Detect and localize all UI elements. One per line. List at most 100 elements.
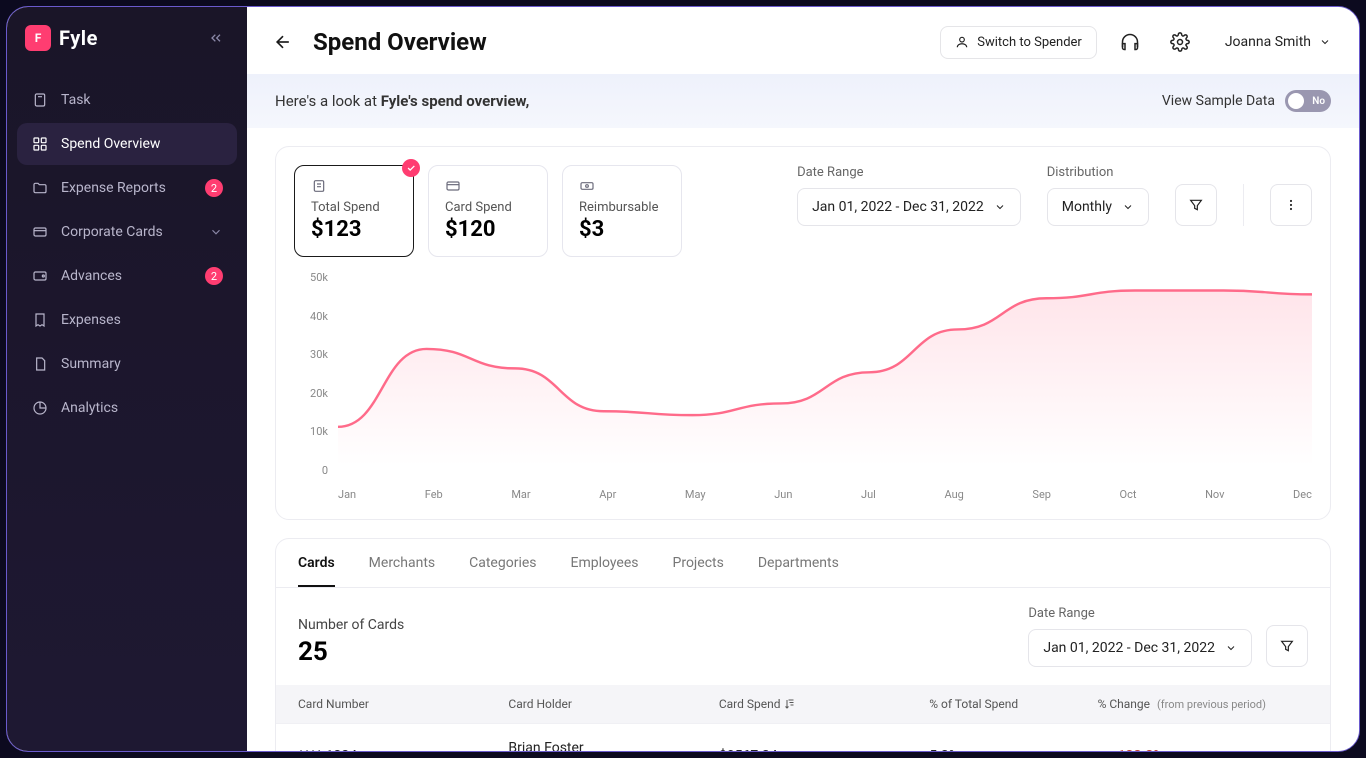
wallet-icon — [31, 267, 49, 285]
brand-mark-icon: F — [25, 25, 51, 51]
y-tick: 10k — [310, 425, 328, 438]
sidebar-item-spend-overview[interactable]: Spend Overview — [17, 123, 237, 165]
tab-departments[interactable]: Departments — [758, 555, 839, 587]
x-tick: Sep — [1032, 488, 1051, 501]
distribution-value: Monthly — [1062, 199, 1112, 215]
tab-merchants[interactable]: Merchants — [369, 555, 435, 587]
user-menu[interactable]: Joanna Smith — [1225, 34, 1331, 50]
tab-projects[interactable]: Projects — [673, 555, 724, 587]
sidebar-item-label: Expense Reports — [61, 180, 193, 196]
user-name: Joanna Smith — [1225, 34, 1311, 50]
sidebar-item-label: Corporate Cards — [61, 224, 197, 240]
line-plot — [338, 271, 1312, 466]
support-button[interactable] — [1113, 25, 1147, 59]
holder-name: Brian Foster — [508, 740, 718, 751]
th-card-number[interactable]: Card Number — [298, 697, 508, 711]
th-pct-change[interactable]: % Change (from previous period) — [1098, 697, 1308, 711]
x-tick: Apr — [599, 488, 616, 501]
th-pct-change-suffix: (from previous period) — [1157, 698, 1266, 711]
sidebar-item-label: Task — [61, 92, 223, 108]
arrow-up-icon — [1098, 749, 1112, 751]
toggle-state: No — [1312, 96, 1325, 107]
y-tick: 40k — [310, 310, 328, 323]
metric-card-spend[interactable]: Card Spend $120 — [428, 165, 548, 257]
settings-button[interactable] — [1163, 25, 1197, 59]
sidebar-item-summary[interactable]: Summary — [17, 343, 237, 385]
sidebar-item-label: Advances — [61, 268, 193, 284]
cell-pct-change: 123.3% — [1098, 748, 1308, 751]
brand-logo: F Fyle — [25, 25, 98, 51]
receipt-icon — [31, 311, 49, 329]
main-area: Spend Overview Switch to Spender Joanna … — [247, 7, 1359, 751]
cards-filter-button[interactable] — [1266, 625, 1308, 667]
sidebar-item-expense-reports[interactable]: Expense Reports 2 — [17, 167, 237, 209]
cards-sub-controls: Number of Cards 25 Date Range Jan 01, 20… — [276, 588, 1330, 685]
tab-categories[interactable]: Categories — [469, 555, 536, 587]
sidebar-item-label: Summary — [61, 356, 223, 372]
metric-reimbursable[interactable]: Reimbursable $3 — [562, 165, 682, 257]
tab-cards[interactable]: Cards — [298, 555, 335, 587]
y-axis: 50k 40k 30k 20k 10k 0 — [294, 271, 334, 477]
date-range-control: Date Range Jan 01, 2022 - Dec 31, 2022 — [797, 165, 1021, 226]
th-card-spend[interactable]: Card Spend — [719, 697, 929, 711]
metric-value: $3 — [579, 217, 665, 242]
receipt-icon — [311, 178, 397, 194]
date-range-value: Jan 01, 2022 - Dec 31, 2022 — [812, 199, 984, 215]
th-card-holder[interactable]: Card Holder — [508, 697, 718, 711]
pct-change-value: 123.3% — [1118, 748, 1164, 751]
badge-count: 2 — [205, 267, 223, 285]
x-axis: Jan Feb Mar Apr May Jun Jul Aug Sep Oct … — [338, 488, 1312, 501]
table-row[interactable]: **** 1234 Brian Foster brian.foster@fyle… — [276, 723, 1330, 751]
hero-prefix: Here's a look at — [275, 92, 381, 110]
sidebar-item-analytics[interactable]: Analytics — [17, 387, 237, 429]
sidebar-item-label: Analytics — [61, 400, 223, 416]
sample-data-control: View Sample Data No — [1162, 90, 1331, 112]
sidebar-item-expenses[interactable]: Expenses — [17, 299, 237, 341]
filter-button[interactable] — [1175, 184, 1217, 226]
y-tick: 30k — [310, 348, 328, 361]
cell-card-number: **** 1234 — [298, 748, 508, 751]
brand-name: Fyle — [59, 26, 98, 50]
sidebar-header: F Fyle — [7, 25, 247, 79]
grid-icon — [31, 135, 49, 153]
hero-bold: Fyle's spend overview, — [381, 92, 530, 110]
metric-label: Card Spend — [445, 200, 531, 215]
distribution-select[interactable]: Monthly — [1047, 188, 1149, 226]
cards-date-range-control: Date Range Jan 01, 2022 - Dec 31, 2022 — [1028, 606, 1252, 667]
chart-controls: Date Range Jan 01, 2022 - Dec 31, 2022 D… — [797, 165, 1312, 226]
sidebar-item-label: Spend Overview — [61, 136, 223, 152]
th-pct-total[interactable]: % of Total Spend — [929, 697, 1097, 711]
sidebar-item-corporate-cards[interactable]: Corporate Cards — [17, 211, 237, 253]
tab-employees[interactable]: Employees — [571, 555, 639, 587]
hero-bar: Here's a look at Fyle's spend overview, … — [247, 74, 1359, 128]
switch-to-spender-button[interactable]: Switch to Spender — [940, 26, 1097, 59]
x-tick: Nov — [1205, 488, 1224, 501]
x-tick: Jun — [774, 488, 792, 501]
y-tick: 50k — [310, 271, 328, 284]
sample-label: View Sample Data — [1162, 93, 1275, 109]
more-button[interactable] — [1270, 184, 1312, 226]
x-tick: Jan — [338, 488, 356, 501]
cards-date-range-select[interactable]: Jan 01, 2022 - Dec 31, 2022 — [1028, 629, 1252, 667]
count-label: Number of Cards — [298, 617, 404, 633]
tabs: Cards Merchants Categories Employees Pro… — [276, 539, 1330, 588]
metrics-row: Total Spend $123 Card Spend $120 Reimbur… — [294, 165, 1312, 257]
document-icon — [31, 355, 49, 373]
chevron-down-icon — [1225, 642, 1237, 654]
x-tick: Dec — [1293, 488, 1312, 501]
date-range-select[interactable]: Jan 01, 2022 - Dec 31, 2022 — [797, 188, 1021, 226]
chevron-down-icon — [1122, 201, 1134, 213]
sidebar-item-task[interactable]: Task — [17, 79, 237, 121]
card-icon — [445, 178, 531, 194]
sidebar-item-advances[interactable]: Advances 2 — [17, 255, 237, 297]
spend-chart: 50k 40k 30k 20k 10k 0 — [294, 271, 1312, 501]
chevron-down-icon — [1319, 36, 1331, 48]
collapse-sidebar-button[interactable] — [203, 25, 229, 51]
sample-toggle[interactable]: No — [1285, 90, 1331, 112]
cards-date-range-value: Jan 01, 2022 - Dec 31, 2022 — [1043, 640, 1215, 656]
pie-chart-icon — [31, 399, 49, 417]
content: Total Spend $123 Card Spend $120 Reimbur… — [247, 128, 1359, 751]
y-tick: 0 — [322, 464, 328, 477]
metric-total-spend[interactable]: Total Spend $123 — [294, 165, 414, 257]
back-button[interactable] — [269, 28, 297, 56]
